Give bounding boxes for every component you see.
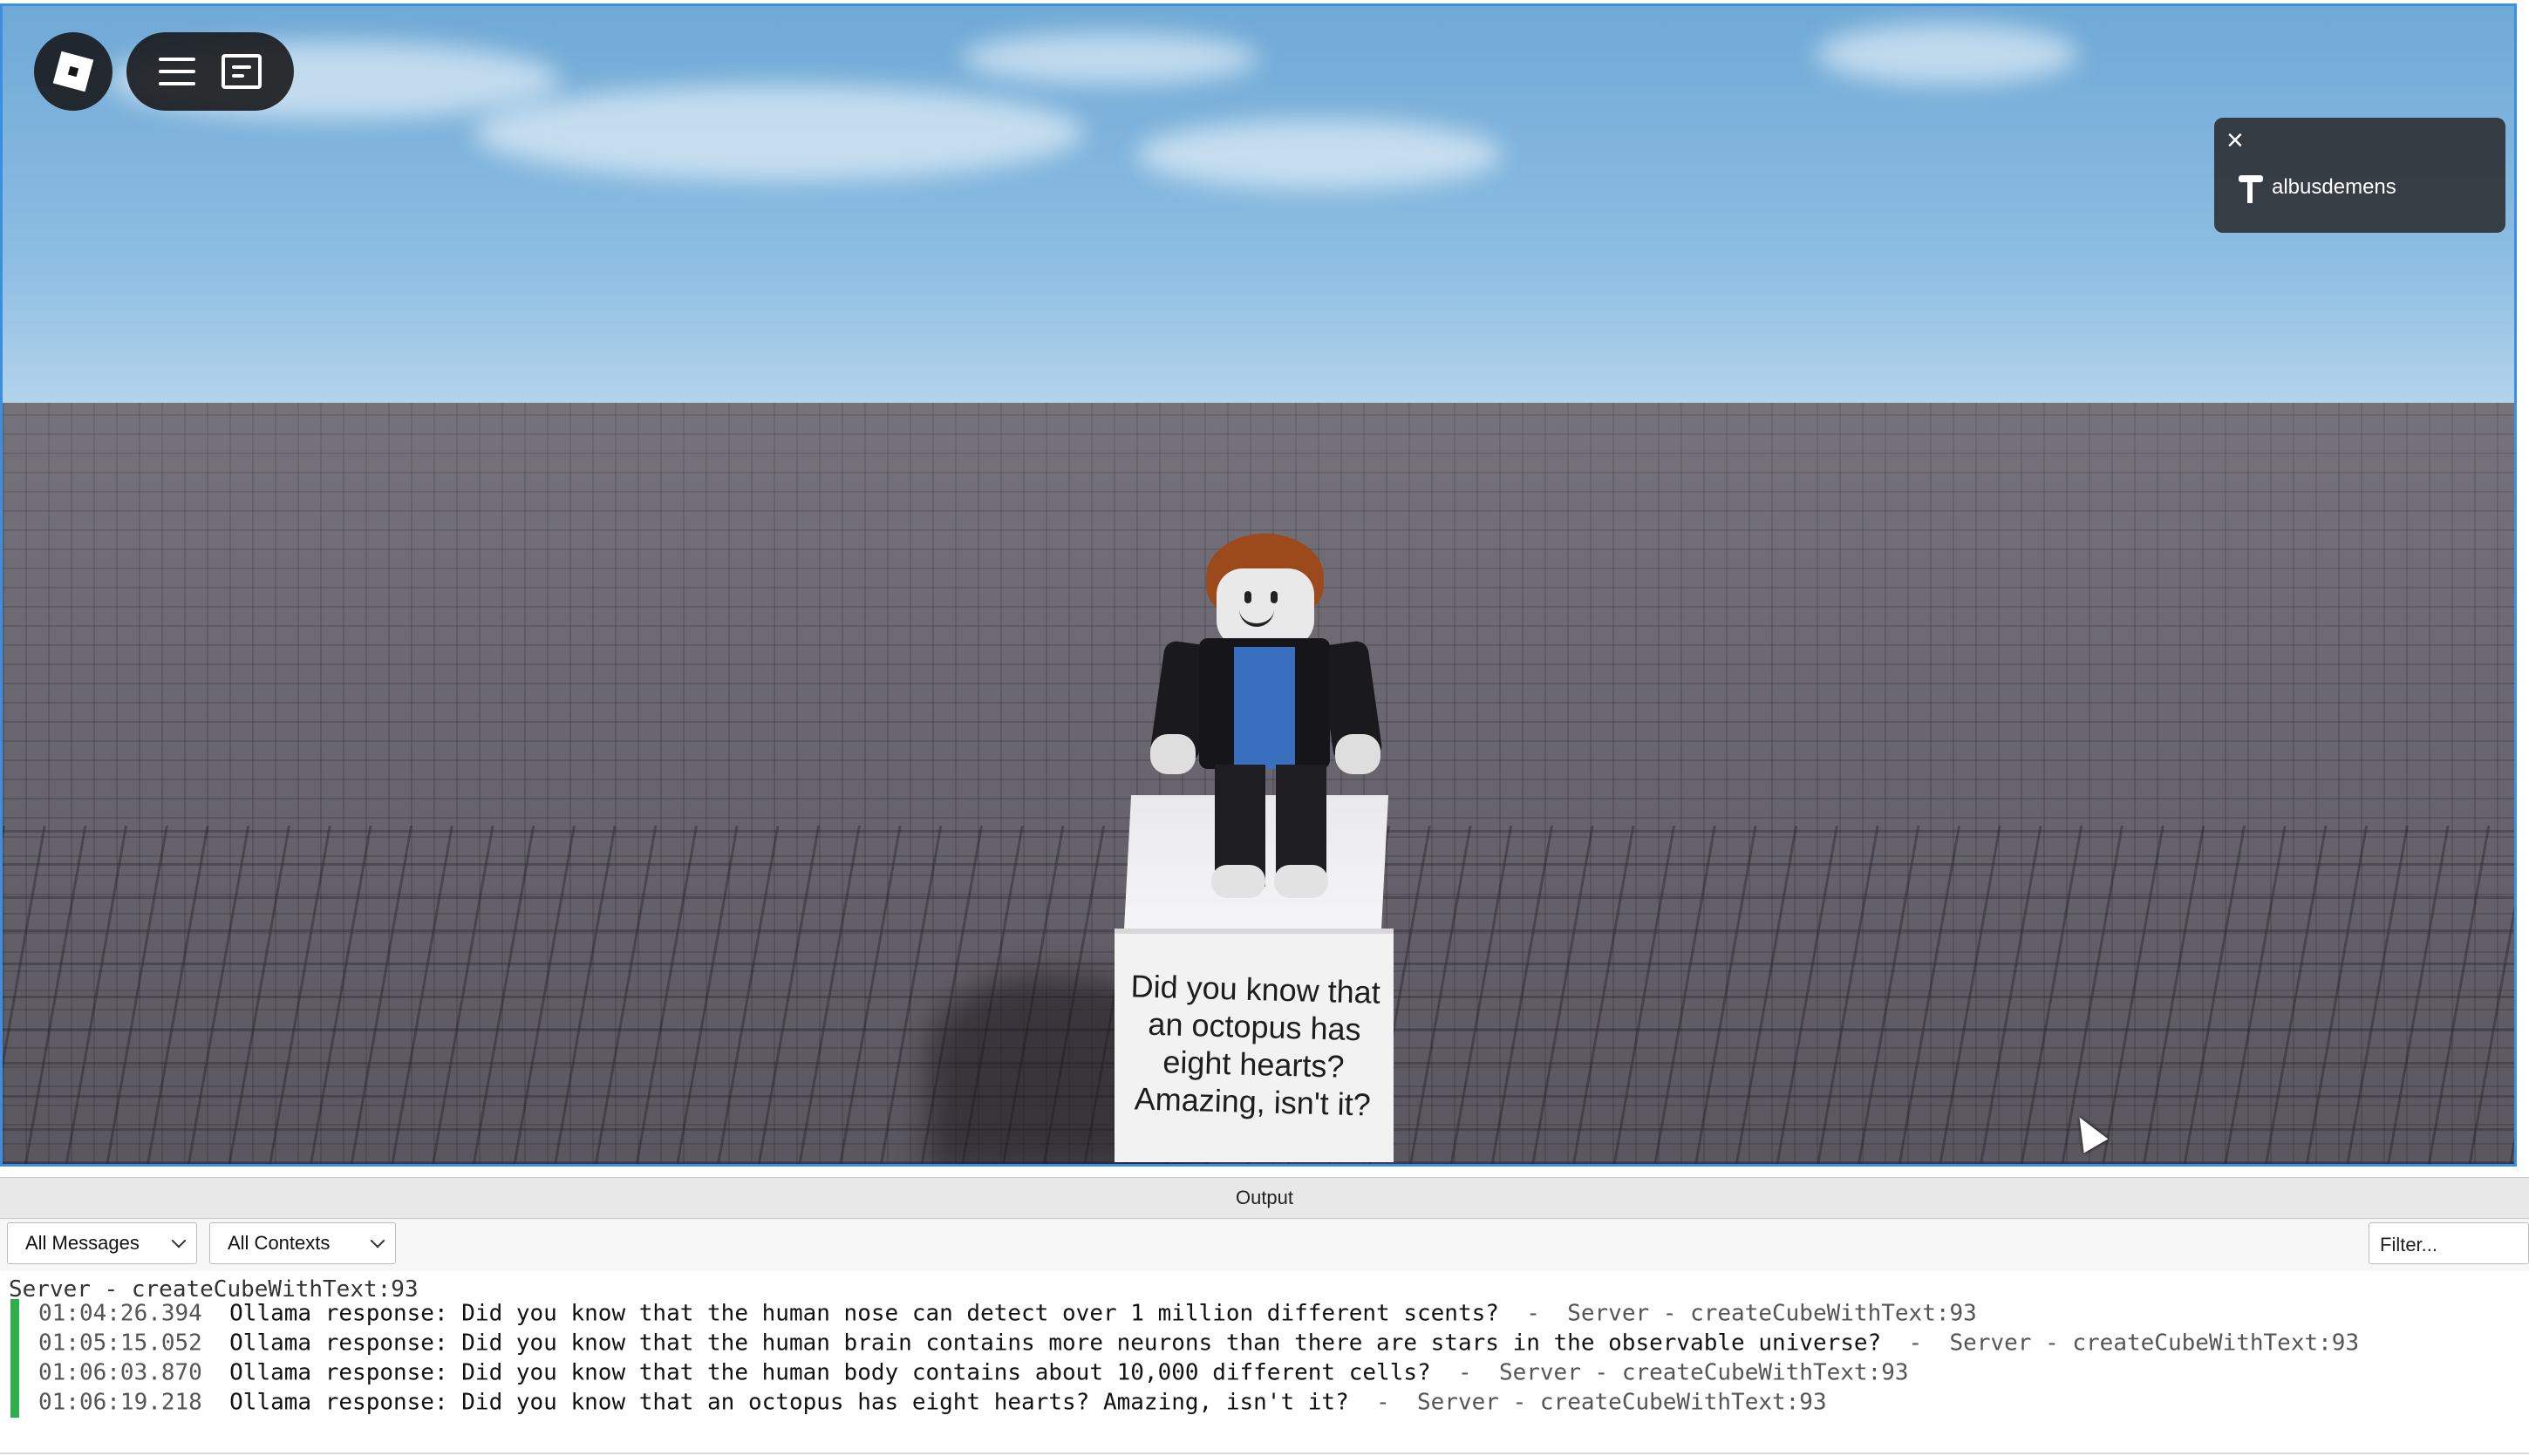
chat-icon[interactable] <box>222 54 262 89</box>
player-avatar[interactable] <box>1136 534 1398 900</box>
log-source: Server - createCubeWithText:93 <box>1949 1330 2360 1357</box>
log-time: 01:04:26.394 <box>38 1300 202 1327</box>
log-entry: 01:06:03.870 Ollama response: Did you kn… <box>10 1358 1909 1388</box>
avatar-shoe <box>1211 865 1265 898</box>
output-panel-title: Output <box>0 1177 2529 1219</box>
log-message: Ollama response: Did you know that the h… <box>229 1359 1431 1386</box>
output-toolbar: All Messages All Contexts Filter... <box>0 1219 2529 1271</box>
log-source: Server - createCubeWithText:93 <box>1417 1389 1827 1416</box>
output-log[interactable]: Server - createCubeWithText:93 01:04:26.… <box>0 1273 2529 1456</box>
avatar-hand <box>1150 734 1196 774</box>
player-name: albusdemens <box>2272 175 2396 199</box>
cloud <box>962 32 1258 85</box>
log-entry: 01:06:19.218 Ollama response: Did you kn… <box>10 1388 1827 1418</box>
messages-filter-label: All Messages <box>25 1232 140 1254</box>
log-entry: 01:05:15.052 Ollama response: Did you kn… <box>10 1329 2359 1358</box>
hammer-icon <box>2239 175 2263 203</box>
panel-bottom-border <box>0 1453 2529 1454</box>
cloud <box>474 85 1084 180</box>
chevron-down-icon <box>171 1233 187 1248</box>
log-time: 01:06:03.870 <box>38 1359 202 1386</box>
avatar-head <box>1217 568 1314 647</box>
log-time: 01:06:19.218 <box>38 1389 202 1416</box>
log-marker <box>10 1388 19 1418</box>
log-time: 01:05:15.052 <box>38 1330 202 1357</box>
top-bar-pill <box>126 32 294 111</box>
game-viewport[interactable]: Did you know that an octopus has eight h… <box>0 3 2517 1167</box>
log-marker <box>10 1299 19 1329</box>
close-icon[interactable]: × <box>2226 123 2244 158</box>
log-message: Ollama response: Did you know that the h… <box>229 1330 1882 1357</box>
log-marker <box>10 1329 19 1358</box>
log-source: Server - createCubeWithText:93 <box>1567 1300 1977 1327</box>
avatar-smile <box>1239 608 1274 627</box>
filter-input[interactable]: Filter... <box>2369 1222 2529 1264</box>
contexts-filter-label: All Contexts <box>228 1232 331 1254</box>
roblox-menu-button[interactable] <box>34 32 112 111</box>
messages-filter-dropdown[interactable]: All Messages <box>7 1222 197 1264</box>
text-cube[interactable]: Did you know that an octopus has eight h… <box>1115 929 1394 1162</box>
player-notification: × albusdemens <box>2214 118 2505 233</box>
avatar-shirt <box>1234 647 1295 769</box>
hamburger-menu-icon[interactable] <box>159 58 195 85</box>
log-message: Ollama response: Did you know that an oc… <box>229 1389 1349 1416</box>
log-entry: 01:04:26.394 Ollama response: Did you kn… <box>10 1299 1977 1329</box>
log-source: Server - createCubeWithText:93 <box>1498 1359 1909 1386</box>
cube-text: Did you know that an octopus has eight h… <box>1130 968 1381 1123</box>
avatar-eye <box>1271 591 1278 603</box>
roblox-logo-icon <box>52 51 94 92</box>
chevron-down-icon <box>370 1233 385 1248</box>
avatar-shoe <box>1274 865 1328 898</box>
log-marker <box>10 1358 19 1388</box>
cloud <box>1136 119 1503 189</box>
log-message: Ollama response: Did you know that the h… <box>229 1300 1499 1327</box>
cloud <box>1817 24 2078 85</box>
avatar-hand <box>1335 734 1380 774</box>
contexts-filter-dropdown[interactable]: All Contexts <box>209 1222 396 1264</box>
avatar-eye <box>1244 591 1251 603</box>
